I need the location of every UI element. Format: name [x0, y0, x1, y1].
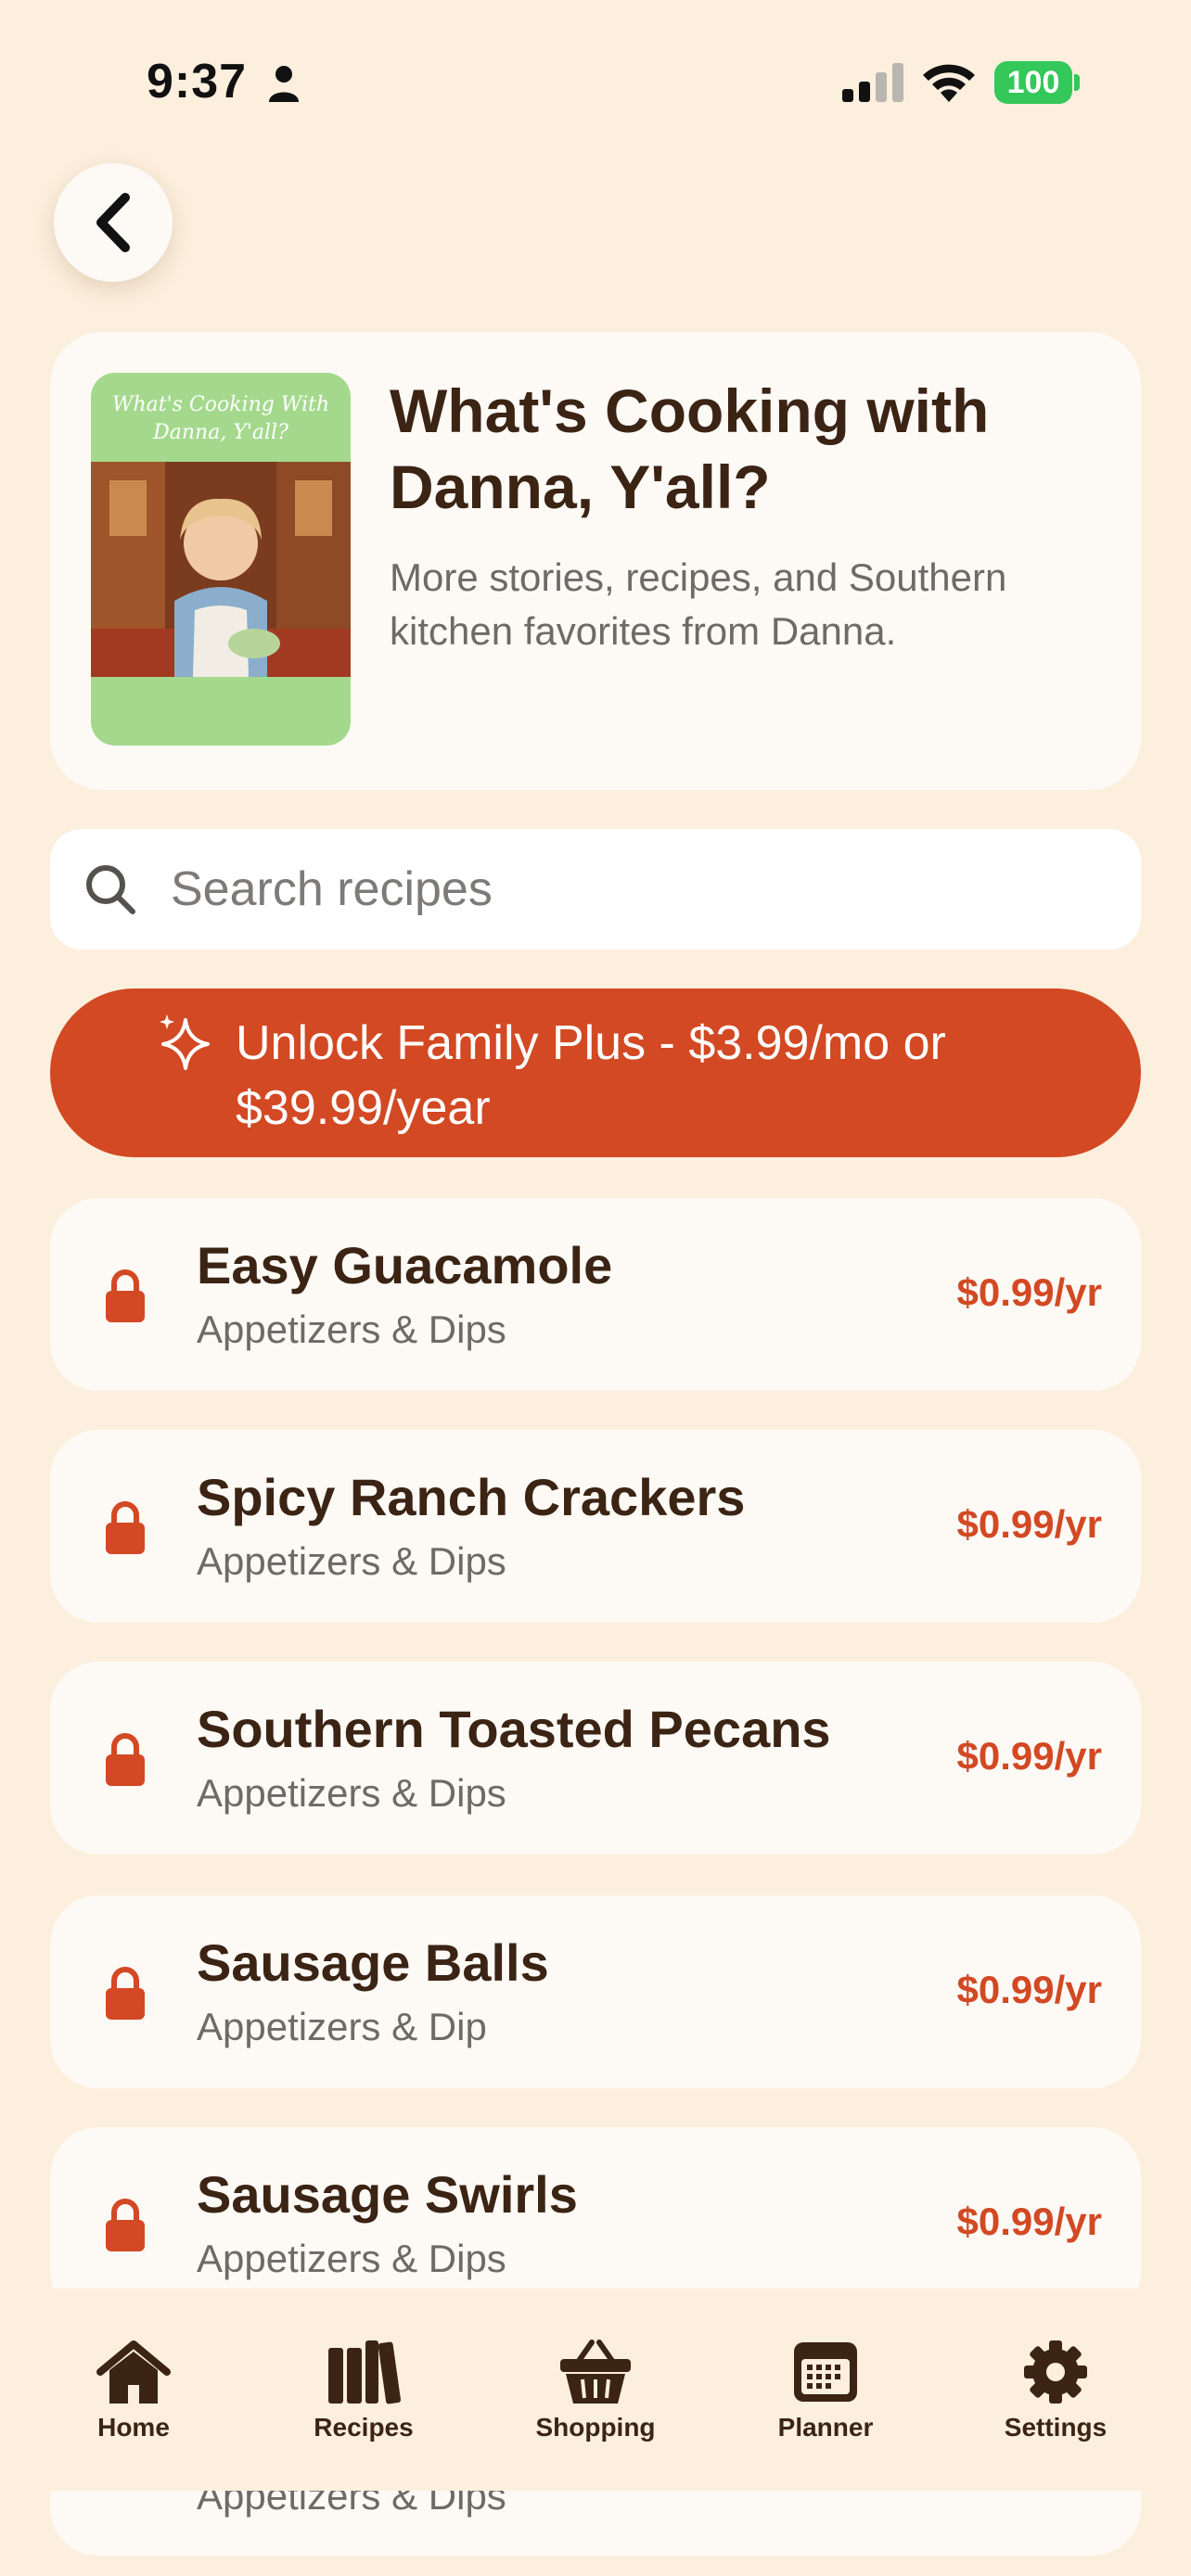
gear-icon	[1024, 2340, 1087, 2404]
recipe-name: Easy Guacamole	[197, 1236, 613, 1294]
battery-level: 100	[994, 61, 1072, 104]
page-subtitle: More stories, recipes, and Southern kitc…	[390, 555, 1007, 653]
book-header-card: What's Cooking With Danna, Y'all? What's…	[50, 332, 1141, 790]
recipe-name: Sausage Swirls	[197, 2165, 578, 2224]
recipe-row[interactable]: Appetizers & Dips	[50, 2474, 1141, 2556]
tab-home-label: Home	[97, 2413, 170, 2442]
lock-icon	[106, 2199, 145, 2251]
sparkle-icon	[160, 1014, 210, 1070]
search-input[interactable]	[171, 829, 1098, 950]
lock-icon	[106, 1501, 145, 1554]
tab-recipes-label: Recipes	[314, 2413, 414, 2442]
tab-shopping-label: Shopping	[535, 2413, 656, 2442]
tab-recipes[interactable]: Recipes	[271, 2289, 456, 2491]
recipe-category: Appetizers & Dips	[197, 1771, 506, 1815]
recipe-price: $0.99/yr	[956, 1968, 1102, 2011]
home-icon	[96, 2340, 171, 2404]
book-cover-image: What's Cooking With Danna, Y'all?	[91, 373, 351, 746]
book-cover-photo	[91, 462, 351, 677]
tab-settings-label: Settings	[1004, 2413, 1108, 2442]
unlock-family-plus-button[interactable]: Unlock Family Plus - $3.99/mo or $39.99/…	[50, 988, 1141, 1157]
recipe-name: Spicy Ranch Crackers	[197, 1468, 746, 1526]
recipe-price: $0.99/yr	[956, 2200, 1102, 2243]
unlock-family-plus-label: Unlock Family Plus - $3.99/mo or $39.99/…	[236, 1016, 946, 1135]
book-cover-title: What's Cooking With Danna, Y'all?	[111, 393, 330, 444]
lock-icon	[106, 1967, 145, 2020]
tab-shopping[interactable]: Shopping	[503, 2289, 688, 2491]
recipe-category: Appetizers & Dips	[197, 1307, 506, 1351]
recipe-row[interactable]: Spicy Ranch Crackers Appetizers & Dips $…	[50, 1430, 1141, 1623]
recipe-price: $0.99/yr	[956, 1734, 1102, 1778]
lock-icon	[106, 1269, 145, 1322]
lock-icon	[106, 1733, 145, 1786]
signal-icon	[842, 63, 903, 102]
search-bar[interactable]	[50, 829, 1141, 950]
recipe-price: $0.99/yr	[956, 1270, 1102, 1314]
basket-icon	[560, 2340, 631, 2404]
status-time: 9:37	[147, 55, 248, 108]
tab-settings[interactable]: Settings	[963, 2289, 1148, 2491]
recipe-category: Appetizers & Dips	[197, 1539, 506, 1583]
tab-planner[interactable]: Planner	[733, 2289, 918, 2491]
recipe-row[interactable]: Southern Toasted Pecans Appetizers & Dip…	[50, 1662, 1141, 1855]
status-bar: 9:37 100	[0, 0, 1191, 158]
person-icon	[269, 66, 299, 102]
recipe-row[interactable]: Easy Guacamole Appetizers & Dips $0.99/y…	[50, 1198, 1141, 1391]
books-icon	[328, 2340, 401, 2404]
battery-icon: 100	[994, 61, 1080, 104]
back-button[interactable]	[54, 163, 173, 282]
chevron-left-icon	[96, 193, 130, 252]
tab-home[interactable]: Home	[41, 2289, 226, 2491]
book-cover-caption	[91, 682, 351, 694]
recipe-category: Appetizers & Dip	[197, 2005, 487, 2048]
tab-planner-label: Planner	[777, 2413, 874, 2442]
recipe-price: $0.99/yr	[956, 1502, 1102, 1546]
search-icon	[86, 865, 135, 914]
recipe-name: Southern Toasted Pecans	[197, 1700, 831, 1758]
recipe-name: Sausage Balls	[197, 1933, 549, 1992]
calendar-icon	[794, 2342, 857, 2402]
recipe-category: Appetizers & Dips	[197, 2237, 506, 2280]
recipe-row[interactable]: Sausage Balls Appetizers & Dip $0.99/yr	[50, 1895, 1141, 2088]
wifi-icon	[923, 64, 975, 102]
bottom-tab-bar: Home Recipes Shopping Planner Settings	[0, 2289, 1191, 2491]
page-title: What's Cooking with Danna, Y'all?	[390, 376, 990, 521]
